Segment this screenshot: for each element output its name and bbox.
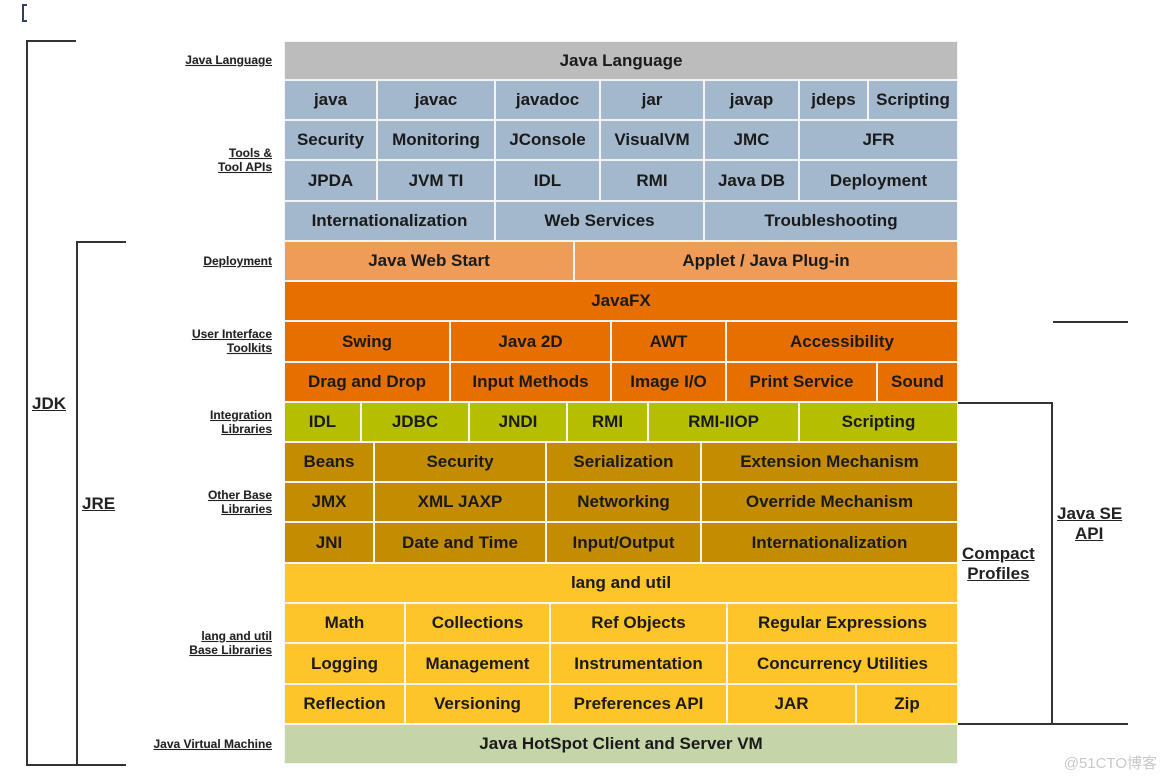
component-tools-internationalization: Internationalization [284, 201, 495, 241]
component-tools-javap: javap [704, 80, 799, 120]
component-tools-jar: jar [600, 80, 704, 120]
component-other-base-date-and-time: Date and Time [374, 522, 546, 563]
component-lang-util-logging: Logging [284, 643, 405, 684]
component-other-base-xml-jaxp: XML JAXP [374, 482, 546, 522]
component-tools-rmi: RMI [600, 160, 704, 201]
component-other-base-serialization: Serialization [546, 442, 701, 482]
component-lang-util-math: Math [284, 603, 405, 643]
component-tools-idl: IDL [495, 160, 600, 201]
component-other-base-jni: JNI [284, 522, 374, 563]
compact-profiles-bracket-bottom [958, 723, 1128, 725]
component-deployment-java-web-start: Java Web Start [284, 241, 574, 281]
component-lang-util-zip: Zip [856, 684, 958, 724]
component-lang-util-jar: JAR [727, 684, 856, 724]
component-other-base-internationalization: Internationalization [701, 522, 958, 563]
component-tools-javadoc: javadoc [495, 80, 600, 120]
component-lang-util-management: Management [405, 643, 550, 684]
component-ui-toolkits-sound: Sound [877, 362, 958, 402]
javase-api-label: Java SE API [1057, 504, 1123, 543]
component-tools-scripting: Scripting [868, 80, 958, 120]
component-other-base-input-output: Input/Output [546, 522, 701, 563]
label-jvm: Java Virtual Machine [153, 737, 273, 751]
component-tools-java: java [284, 80, 377, 120]
component-lang-util-lang-and-util: lang and util [284, 563, 958, 603]
component-tools-troubleshooting: Troubleshooting [704, 201, 958, 241]
component-lang-util-versioning: Versioning [405, 684, 550, 724]
text-cursor-bracket [22, 4, 27, 22]
component-integration-jdbc: JDBC [361, 402, 469, 442]
component-tools-jfr: JFR [799, 120, 958, 160]
label-other-base: Other Base Libraries [207, 488, 272, 516]
compact-profiles-bracket-side [1051, 402, 1053, 724]
component-integration-jndi: JNDI [469, 402, 567, 442]
component-lang-util-collections: Collections [405, 603, 550, 643]
component-tools-jdeps: jdeps [799, 80, 868, 120]
label-lang-util: lang and util Base Libraries [189, 629, 272, 657]
component-ui-toolkits-awt: AWT [611, 321, 726, 362]
javase-api-bracket-top [1053, 321, 1128, 323]
component-lang-util-preferences-api: Preferences API [550, 684, 727, 724]
component-lang-util-regular-expressions: Regular Expressions [727, 603, 958, 643]
component-language-java-language: Java Language [284, 41, 958, 80]
component-ui-toolkits-print-service: Print Service [726, 362, 877, 402]
component-lang-util-concurrency-utilities: Concurrency Utilities [727, 643, 958, 684]
component-deployment-applet-java-plug-in: Applet / Java Plug-in [574, 241, 958, 281]
component-ui-toolkits-drag-and-drop: Drag and Drop [284, 362, 450, 402]
component-integration-rmi: RMI [567, 402, 648, 442]
component-tools-visualvm: VisualVM [600, 120, 704, 160]
component-tools-web-services: Web Services [495, 201, 704, 241]
jdk-label: JDK [32, 394, 67, 413]
component-lang-util-reflection: Reflection [284, 684, 405, 724]
component-tools-jpda: JPDA [284, 160, 377, 201]
component-other-base-jmx: JMX [284, 482, 374, 522]
component-lang-util-instrumentation: Instrumentation [550, 643, 727, 684]
component-other-base-override-mechanism: Override Mechanism [701, 482, 958, 522]
component-integration-scripting: Scripting [799, 402, 958, 442]
watermark: @51CTO博客 [1063, 755, 1157, 772]
component-ui-toolkits-swing: Swing [284, 321, 450, 362]
component-tools-java-db: Java DB [704, 160, 799, 201]
component-ui-toolkits-input-methods: Input Methods [450, 362, 611, 402]
component-tools-security: Security [284, 120, 377, 160]
component-tools-javac: javac [377, 80, 495, 120]
component-other-base-extension-mechanism: Extension Mechanism [701, 442, 958, 482]
component-jvm-java-hotspot-client-and-server-vm: Java HotSpot Client and Server VM [284, 724, 958, 764]
component-other-base-beans: Beans [284, 442, 374, 482]
component-lang-util-ref-objects: Ref Objects [550, 603, 727, 643]
component-tools-jconsole: JConsole [495, 120, 600, 160]
label-integration: Integration Libraries [210, 408, 272, 436]
compact-profiles-label: Compact Profiles [962, 544, 1035, 583]
label-tools: Tools & Tool APIs [218, 146, 272, 174]
jre-label: JRE [82, 494, 116, 513]
component-ui-toolkits-java-2d: Java 2D [450, 321, 611, 362]
component-tools-monitoring: Monitoring [377, 120, 495, 160]
component-tools-jvm-ti: JVM TI [377, 160, 495, 201]
component-integration-idl: IDL [284, 402, 361, 442]
compact-profiles-bracket-top [958, 402, 1052, 404]
component-other-base-security: Security [374, 442, 546, 482]
component-integration-rmi-iiop: RMI-IIOP [648, 402, 799, 442]
component-tools-deployment: Deployment [799, 160, 958, 201]
component-tools-jmc: JMC [704, 120, 799, 160]
label-java-language: Java Language [185, 53, 272, 67]
component-ui-toolkits-image-i-o: Image I/O [611, 362, 726, 402]
component-ui-toolkits-javafx: JavaFX [284, 281, 958, 321]
label-ui-toolkits: User Interface Toolkits [191, 327, 272, 355]
label-deployment: Deployment [203, 254, 272, 268]
component-other-base-networking: Networking [546, 482, 701, 522]
component-ui-toolkits-accessibility: Accessibility [726, 321, 958, 362]
